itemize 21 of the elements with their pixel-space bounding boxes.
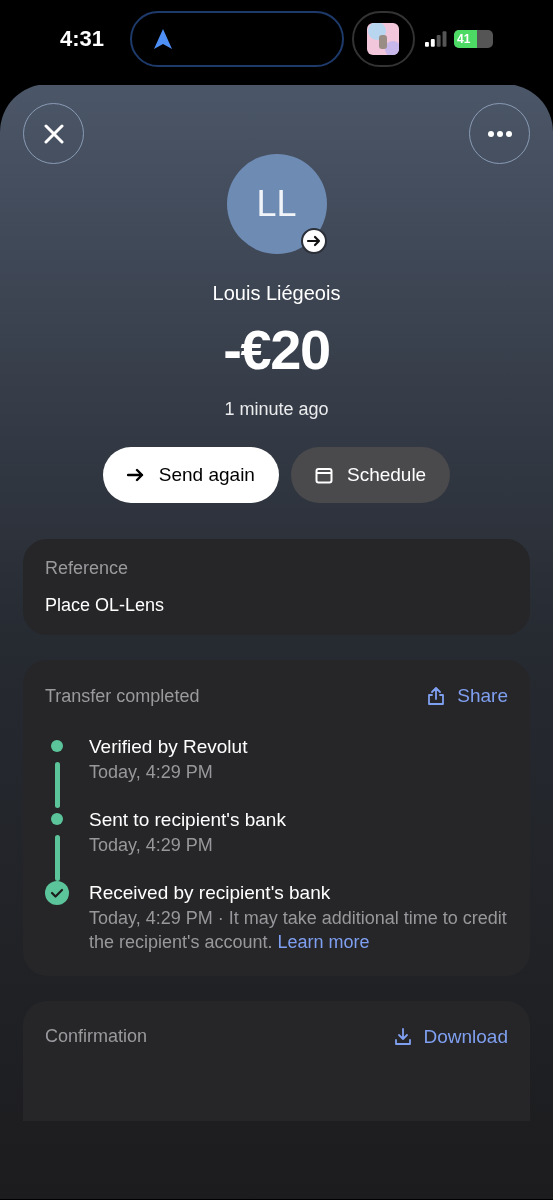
reference-label: Reference [45,557,130,580]
step-title: Sent to recipient's bank [89,807,287,832]
status-time: 4:31 [60,25,105,53]
send-again-button[interactable]: Send again [102,447,279,503]
step-detail: Today, 4:29 PM · It may take additional time to credit the recipient's account. Learn more [89,906,508,954]
time-ago: 1 minute ago [224,398,329,421]
step-title: Received by recipient's bank [89,880,332,905]
learn-more-link[interactable]: Learn more [277,931,370,952]
step-detail: Today, 4:29 PM [89,760,214,784]
step-title: Verified by Revolut [89,734,249,759]
amount: -€20 [223,322,330,378]
share-link[interactable]: Share [427,682,508,711]
avatar: LL [226,154,327,254]
reference-value: Place OL-Lens [45,594,166,617]
step-detail: Today, 4:29 PM [89,833,214,857]
download-link[interactable]: Download [393,1022,508,1051]
transfer-status: Transfer completed [45,684,200,708]
confirmation-label: Confirmation [45,1025,148,1049]
recipient-name: Louis Liégeois [212,281,341,306]
schedule-button[interactable]: Schedule [290,447,451,503]
battery-percent: 41 [455,30,471,48]
